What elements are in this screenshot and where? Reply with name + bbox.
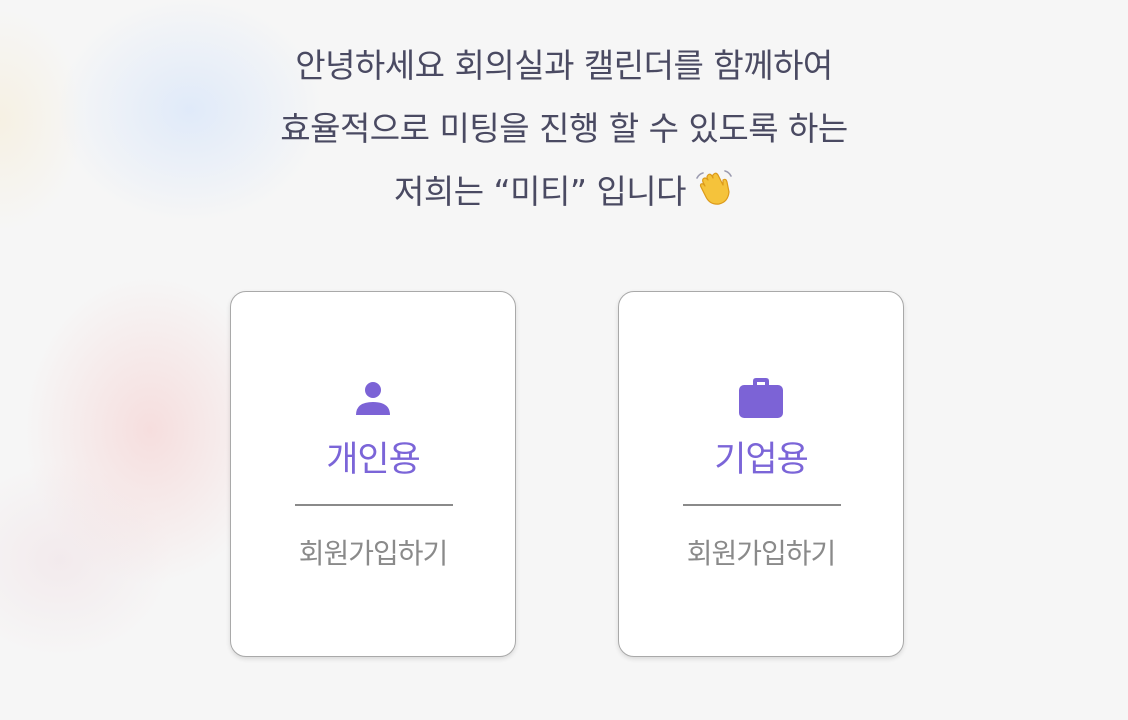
personal-signup-link[interactable]: 회원가입하기	[231, 536, 515, 572]
person-icon	[231, 376, 515, 420]
business-card-title: 기업용	[714, 440, 809, 480]
intro-line-1: 안녕하세요 회의실과 캘린더를 함께하여	[295, 46, 833, 85]
intro-line-3-text: 저희는 “미티” 입니다	[393, 172, 687, 211]
intro-line-2: 효율적으로 미팅을 진행 할 수 있도록 하는	[280, 109, 848, 148]
personal-card-title: 개인용	[326, 440, 421, 480]
intro-line-3: 저희는 “미티” 입니다	[0, 160, 1128, 227]
briefcase-icon	[619, 376, 903, 420]
card-divider	[683, 504, 841, 506]
business-signup-link[interactable]: 회원가입하기	[619, 536, 903, 572]
intro-message: 안녕하세요 회의실과 캘린더를 함께하여 효율적으로 미팅을 진행 할 수 있도…	[0, 34, 1128, 227]
waving-hand-icon	[694, 164, 734, 227]
business-signup-card[interactable]: 기업용 회원가입하기	[618, 291, 904, 657]
personal-signup-card[interactable]: 개인용 회원가입하기	[230, 291, 516, 657]
card-divider	[295, 504, 453, 506]
